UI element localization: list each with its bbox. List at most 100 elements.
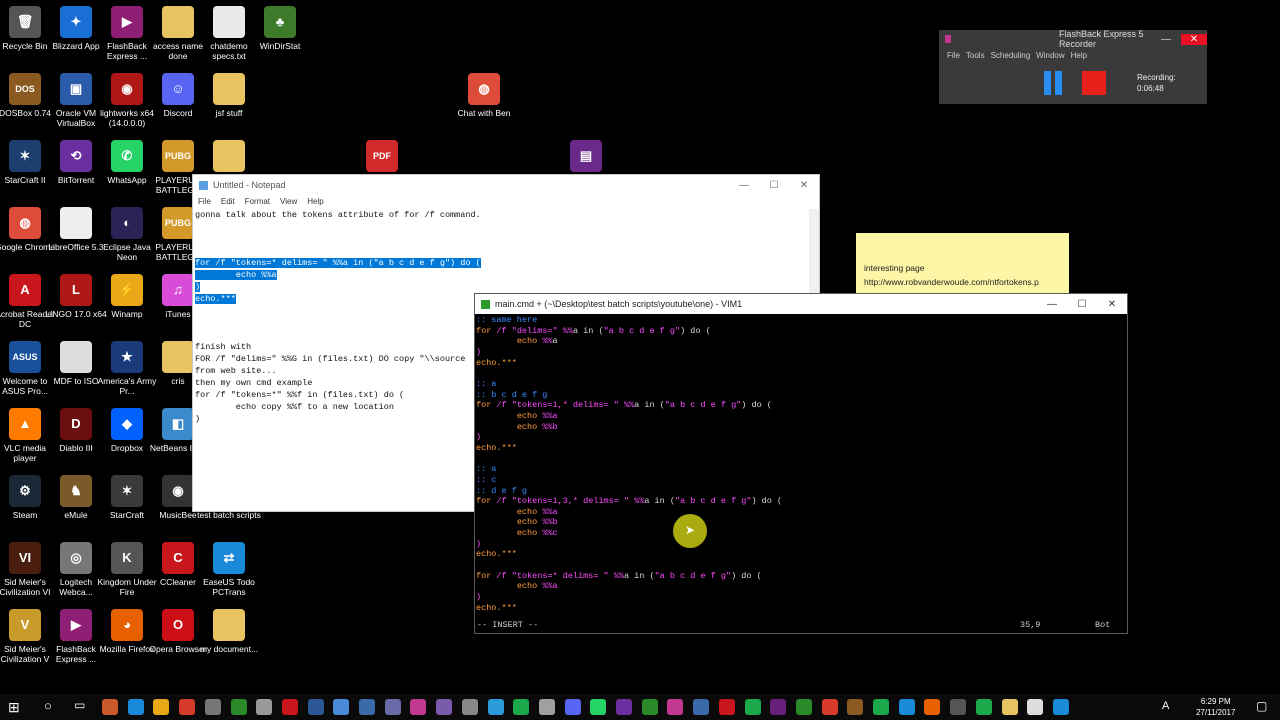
desktop-icon-label: jsf stuff <box>215 108 243 118</box>
menu-item[interactable]: Help <box>1071 51 1087 60</box>
taskbar-app-icon[interactable] <box>744 699 761 715</box>
desktop-icon[interactable]: ◍ Chat with Ben <box>452 73 516 118</box>
menu-item[interactable]: View <box>280 197 297 206</box>
taskbar-app-icon[interactable] <box>641 699 658 715</box>
taskbar-app-icon[interactable] <box>873 699 889 715</box>
taskbar-app-icon[interactable] <box>436 699 453 715</box>
menu-item[interactable]: File <box>947 51 960 60</box>
desktop-icon[interactable]: ♣ WinDirStat <box>248 6 312 51</box>
language-indicator[interactable]: A <box>1162 700 1169 712</box>
notepad-menubar: File Edit Format View Help <box>193 195 819 207</box>
app-icon: ⚡ <box>111 274 143 306</box>
vim-titlebar[interactable]: main.cmd + (~\Desktop\test batch scripts… <box>475 294 1127 314</box>
text-line: FOR /f "delims=" %%G in (files.txt) DO c… <box>195 354 466 364</box>
taskbar-app-icon[interactable] <box>924 699 941 715</box>
recording-label: Recording: <box>1137 73 1176 82</box>
tray-clock[interactable]: 6:29 PM 27/11/2017 <box>1196 696 1235 718</box>
taskbar-app-icon[interactable] <box>718 699 735 715</box>
app-icon <box>213 609 245 641</box>
notepad-titlebar[interactable]: Untitled - Notepad — ☐ ✕ <box>193 175 819 195</box>
taskbar-app-icon[interactable] <box>281 699 298 715</box>
taskbar-app-icon[interactable] <box>795 699 812 715</box>
taskbar-app-icon[interactable] <box>102 699 118 715</box>
app-icon: ▣ <box>60 73 92 105</box>
vim-mode: -- INSERT -- <box>477 620 539 630</box>
vim-window[interactable]: main.cmd + (~\Desktop\test batch scripts… <box>474 293 1128 634</box>
minimize-button[interactable]: — <box>1037 299 1067 310</box>
maximize-button[interactable]: ☐ <box>1067 299 1097 310</box>
desktop-icon[interactable]: jsf stuff <box>197 73 261 118</box>
vim-buffer[interactable]: :: same here for /f "delims=" %%a in ("a… <box>476 315 1126 633</box>
taskbar-app-icon[interactable] <box>538 699 555 715</box>
taskbar-app-icon[interactable] <box>975 699 992 715</box>
taskbar-app-icon[interactable] <box>487 699 504 715</box>
taskbar-app-icon[interactable] <box>359 699 375 715</box>
taskbar-app-icon[interactable] <box>179 699 196 715</box>
desktop-icon[interactable]: ▤ <box>554 140 618 175</box>
taskbar-app-icon[interactable] <box>410 699 427 715</box>
taskbar-app-icon[interactable] <box>307 699 324 715</box>
stop-button[interactable] <box>1082 71 1106 95</box>
taskbar-app-icon[interactable] <box>230 699 247 715</box>
app-icon: ASUS <box>9 341 41 373</box>
app-icon: ★ <box>111 341 143 373</box>
text-line: ) <box>195 414 201 424</box>
taskbar-app-icon[interactable] <box>333 699 350 715</box>
menu-item[interactable]: File <box>198 197 211 206</box>
notepad-title: Untitled - Notepad <box>213 180 286 190</box>
desktop-icon[interactable] <box>197 140 261 175</box>
selected-line: echo.*** <box>195 294 236 304</box>
minimize-button[interactable]: — <box>1151 34 1181 45</box>
taskbar-app-icon[interactable] <box>950 699 967 715</box>
taskbar-app-icon[interactable] <box>898 699 915 715</box>
menu-item[interactable]: Format <box>245 197 270 206</box>
app-icon: ☺ <box>162 73 194 105</box>
task-view-icon[interactable]: ▭ <box>74 698 85 712</box>
taskbar-app-icon[interactable] <box>204 699 221 715</box>
taskbar-app-icon[interactable] <box>770 699 787 715</box>
pause-button[interactable] <box>1042 71 1064 95</box>
close-button[interactable]: ✕ <box>1181 33 1207 45</box>
desktop-icon[interactable]: PDF <box>350 140 414 175</box>
taskbar-app-icon[interactable] <box>821 699 838 715</box>
vim-statusline: -- INSERT -- 35,9 Bot <box>477 620 1125 631</box>
taskbar-app-icon[interactable] <box>1052 699 1069 715</box>
app-icon: ▲ <box>9 408 41 440</box>
taskbar-app-icon[interactable] <box>693 699 710 715</box>
app-icon: ▤ <box>570 140 602 172</box>
start-button[interactable]: ⊞ <box>8 699 24 715</box>
maximize-button[interactable]: ☐ <box>759 180 789 191</box>
taskbar-app-icon[interactable] <box>256 699 273 715</box>
menu-item[interactable]: Scheduling <box>991 51 1031 60</box>
taskbar-app-icon[interactable] <box>847 699 864 715</box>
desktop-icon[interactable]: my document... <box>197 609 261 654</box>
taskbar-app-icon[interactable] <box>513 699 530 715</box>
text-line: gonna talk about the tokens attribute of… <box>195 210 481 220</box>
taskbar-app-icon[interactable] <box>564 699 581 715</box>
taskbar-app-icon[interactable] <box>667 699 684 715</box>
text-line: from web site... <box>195 366 277 376</box>
close-button[interactable]: ✕ <box>789 180 819 191</box>
search-icon[interactable]: ○ <box>44 698 52 713</box>
minimize-button[interactable]: — <box>729 180 759 191</box>
menu-item[interactable]: Edit <box>221 197 235 206</box>
taskbar-app-icon[interactable] <box>616 699 632 715</box>
taskbar-app-icon[interactable] <box>590 699 607 715</box>
sticky-note[interactable]: interesting page http://www.robvanderwou… <box>856 233 1069 293</box>
taskbar-app-icon[interactable] <box>153 699 170 715</box>
taskbar-app-icon[interactable] <box>384 699 401 715</box>
notification-icon[interactable]: ▢ <box>1256 699 1267 713</box>
app-icon: ◐ <box>111 207 143 239</box>
app-icon <box>60 341 92 373</box>
taskbar-app-icon[interactable] <box>1027 699 1044 715</box>
taskbar-app-icon[interactable] <box>1001 699 1018 715</box>
close-button[interactable]: ✕ <box>1097 299 1127 310</box>
taskbar-app-icon[interactable] <box>127 699 144 715</box>
taskbar-app-icon[interactable] <box>461 699 478 715</box>
menu-item[interactable]: Tools <box>966 51 985 60</box>
desktop-icon[interactable]: ⇄ EaseUS Todo PCTrans <box>197 542 261 597</box>
flashback-recorder-window[interactable]: FlashBack Express 5 Recorder — ✕ File Too… <box>939 29 1207 104</box>
app-icon: ◧ <box>162 408 194 440</box>
menu-item[interactable]: Window <box>1036 51 1064 60</box>
menu-item[interactable]: Help <box>307 197 323 206</box>
